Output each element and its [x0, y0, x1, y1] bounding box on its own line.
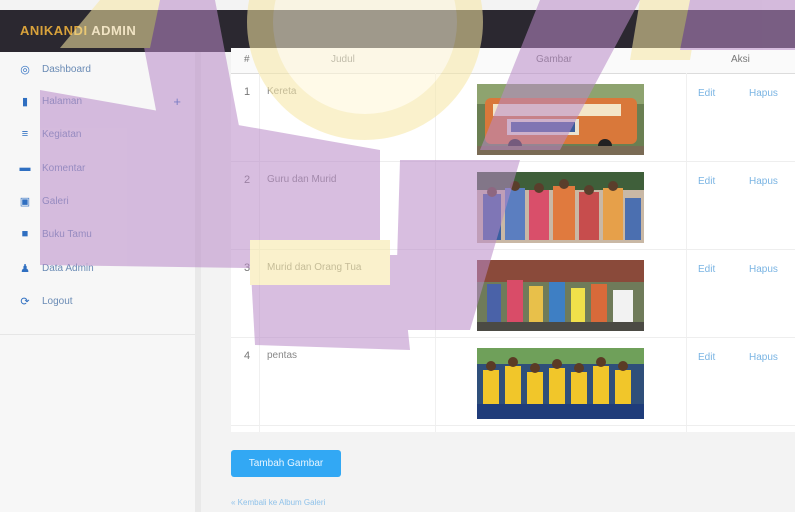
edit-link[interactable]: Edit [698, 88, 715, 99]
sidebar-item-buku-tamu[interactable]: ■ Buku Tamu [0, 221, 195, 247]
sidebar: ◎ Dashboard ▮ Halaman + ≡ Kegiatan ▬ Kom… [0, 52, 201, 512]
row-title: Murid dan Orang Tua [267, 262, 362, 273]
row-number: 3 [244, 262, 251, 274]
row-title: Kereta [267, 86, 297, 97]
delete-link[interactable]: Hapus [749, 88, 778, 99]
add-image-button[interactable]: Tambah Gambar [231, 450, 341, 477]
sidebar-item-label: Komentar [42, 162, 86, 174]
sidebar-item-data-admin[interactable]: ♟ Data Admin [0, 255, 195, 281]
expand-plus-icon[interactable]: + [173, 94, 181, 109]
row-title: Guru dan Murid [267, 174, 337, 185]
kids-photo [477, 348, 644, 419]
sidebar-item-komentar[interactable]: ▬ Komentar [0, 155, 195, 181]
row-number: 1 [244, 86, 251, 98]
sidebar-item-kegiatan[interactable]: ≡ Kegiatan [0, 121, 195, 147]
brand-prefix: ANIKANDI [20, 23, 88, 38]
sidebar-item-logout[interactable]: ⟳ Logout [0, 288, 195, 314]
sidebar-item-dashboard[interactable]: ◎ Dashboard [0, 56, 195, 82]
header-image: Gambar [536, 54, 573, 65]
sidebar-item-label: Logout [42, 295, 73, 307]
table-row: 2 Guru dan Murid Edit Hapus [231, 162, 795, 250]
delete-link[interactable]: Hapus [749, 176, 778, 187]
brand-suffix: ADMIN [87, 23, 137, 38]
row-number: 2 [244, 174, 251, 186]
sidebar-item-label: Galeri [42, 195, 69, 207]
row-number: 4 [244, 350, 251, 362]
top-bar: ANIKANDI ADMIN [0, 10, 795, 52]
sidebar-item-label: Dashboard [42, 63, 91, 75]
brand-logo[interactable]: ANIKANDI ADMIN [20, 23, 136, 38]
table-header: # Judul Gambar Aksi [231, 48, 795, 74]
table-row: 1 Kereta Edit Hapus [231, 74, 795, 162]
sidebar-item-label: Halaman [42, 95, 83, 107]
delete-link[interactable]: Hapus [749, 264, 778, 275]
sidebar-item-galeri[interactable]: ▣ Galeri [0, 188, 195, 214]
sidebar-divider [0, 334, 195, 335]
sidebar-item-label: Data Admin [42, 262, 94, 274]
logout-icon: ⟳ [20, 295, 30, 308]
book-icon: ■ [21, 228, 29, 240]
comment-icon: ▬ [19, 162, 31, 174]
list-icon: ≡ [21, 128, 29, 140]
user-icon: ♟ [20, 262, 30, 275]
back-to-gallery-link[interactable]: « Kembali ke Album Galeri [231, 498, 325, 507]
sidebar-item-label: Kegiatan [42, 128, 82, 140]
edit-link[interactable]: Edit [698, 352, 715, 363]
image-icon: ▣ [19, 195, 31, 208]
file-icon: ▮ [21, 95, 29, 108]
table-row: 3 Murid dan Orang Tua Edit Hapus [231, 250, 795, 338]
row-title: pentas [267, 350, 298, 361]
header-number: # [244, 54, 250, 65]
header-action: Aksi [731, 54, 750, 65]
sidebar-item-label: Buku Tamu [42, 228, 92, 240]
dashboard-icon: ◎ [20, 63, 30, 76]
gallery-table: # Judul Gambar Aksi 1 Kereta Edit Hapus [231, 48, 795, 432]
delete-link[interactable]: Hapus [749, 352, 778, 363]
table-row: 4 pentas Edit Hapus [231, 338, 795, 426]
edit-link[interactable]: Edit [698, 264, 715, 275]
header-title: Judul [331, 54, 355, 65]
parents-photo [477, 260, 644, 331]
edit-link[interactable]: Edit [698, 176, 715, 187]
teachers-photo [477, 172, 644, 243]
bus-photo [477, 84, 644, 155]
sidebar-item-halaman[interactable]: ▮ Halaman + [0, 88, 195, 114]
